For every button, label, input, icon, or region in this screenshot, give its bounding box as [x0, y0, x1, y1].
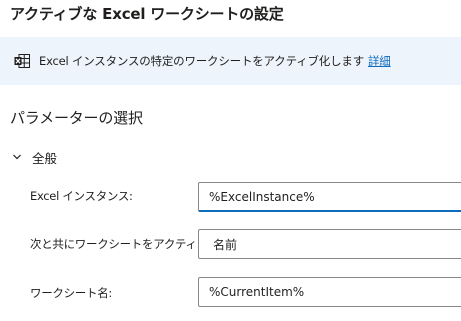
- chevron-down-icon: [13, 154, 21, 160]
- group-general-label: 全般: [32, 150, 58, 166]
- info-description: Excel インスタンスの特定のワークシートをアクティブ化します: [39, 54, 364, 68]
- worksheet-name-label: ワークシート名:: [30, 286, 112, 300]
- info-bar: Excel インスタンスの特定のワークシートをアクティブ化します 詳細: [0, 37, 461, 85]
- activate-worksheet-by-select[interactable]: 名前: [198, 229, 461, 259]
- excel-instance-label: Excel インスタンス:: [30, 189, 133, 203]
- activate-worksheet-by-label: 次と共にワークシートをアクティブ化:: [30, 237, 223, 251]
- dialog-title: アクティブな Excel ワークシートの設定: [10, 5, 284, 23]
- excel-worksheet-icon: [14, 54, 30, 68]
- excel-instance-input[interactable]: %ExcelInstance%: [198, 182, 461, 212]
- section-title: パラメーターの選択: [10, 109, 143, 127]
- info-text: Excel インスタンスの特定のワークシートをアクティブ化します 詳細: [39, 53, 391, 69]
- group-general-header[interactable]: 全般: [12, 147, 57, 167]
- worksheet-name-input[interactable]: %CurrentItem%: [198, 277, 461, 307]
- learn-more-link[interactable]: 詳細: [368, 54, 391, 68]
